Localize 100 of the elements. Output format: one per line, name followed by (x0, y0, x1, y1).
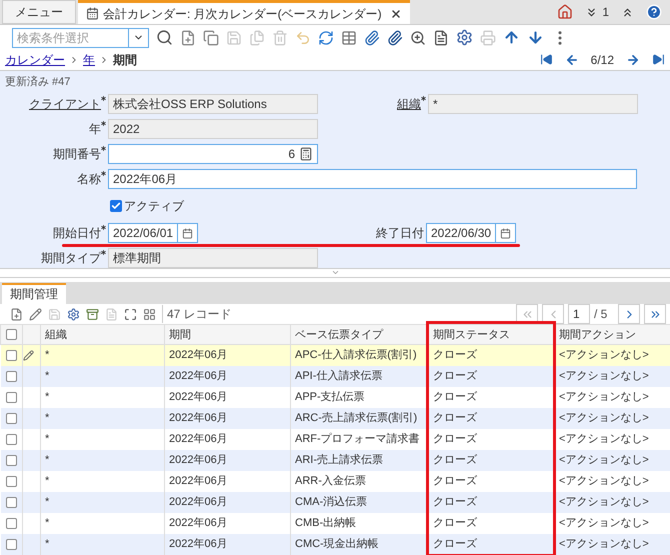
settings-icon[interactable] (67, 308, 80, 321)
table-row[interactable]: * 2022年06月 CMC-現金出納帳 クローズ <アクションなし> (0, 534, 670, 555)
table-icon[interactable] (341, 30, 357, 46)
search-combo[interactable]: 検索条件選択 (12, 28, 149, 48)
first-record-icon[interactable] (540, 53, 553, 66)
table-cell: APC-仕入請求伝票(割引) (295, 349, 417, 362)
archive-icon[interactable] (86, 308, 99, 321)
required-icon (101, 96, 106, 102)
help-icon[interactable] (646, 4, 662, 20)
table-cell: CMB-出納帳 (295, 517, 356, 530)
column-header[interactable]: 期間 (164, 324, 290, 345)
text-field[interactable]: 2022年06月 (108, 169, 637, 190)
breadcrumb-link[interactable]: 年 (83, 50, 95, 68)
table-cell: * (45, 454, 50, 466)
settings-icon[interactable] (456, 29, 473, 46)
table-cell: <アクションなし> (559, 496, 649, 508)
record-position: 6/12 (590, 52, 614, 68)
previous-page-button[interactable] (542, 304, 564, 324)
table-cell: 2022年06月 (169, 517, 228, 530)
text-field[interactable]: 株式会社OSS ERP Solutions (108, 94, 318, 114)
calendar-icon[interactable] (182, 228, 194, 239)
zoom-icon[interactable] (410, 30, 426, 46)
table-cell: * (45, 496, 50, 508)
new-document-icon[interactable] (180, 30, 196, 46)
table-row[interactable]: * 2022年06月 APP-支払伝票 クローズ <アクションなし> (0, 386, 670, 408)
table-cell: クローズ (433, 454, 477, 466)
expand-icon[interactable] (124, 308, 137, 321)
table-row[interactable]: * 2022年06月 API-仕入請求伝票 クローズ <アクションなし> (0, 366, 670, 387)
table-cell: クローズ (433, 433, 477, 446)
window-tab[interactable]: メニュー (2, 0, 76, 24)
table-row[interactable]: * 2022年06月 ARI-売上請求伝票 クローズ <アクションなし> (0, 450, 670, 471)
column-header[interactable]: 組織 (40, 324, 164, 345)
refresh-icon[interactable] (318, 30, 334, 46)
table-cell: 2022年06月 (169, 496, 228, 508)
calendar-icon (86, 7, 99, 20)
checkbox[interactable] (6, 434, 17, 445)
table-row[interactable]: * 2022年06月 ARF-プロフォーマ請求書 クローズ <アクションなし> (0, 428, 670, 450)
calendar-icon[interactable] (500, 228, 512, 239)
checkbox[interactable] (6, 496, 17, 508)
close-icon[interactable] (390, 8, 402, 20)
edit-icon[interactable] (23, 350, 34, 362)
checkbox[interactable] (6, 350, 17, 362)
table-cell: CMA-消込伝票 (295, 496, 368, 508)
date-field[interactable]: 2022/06/30 (426, 223, 516, 244)
checkbox[interactable] (6, 329, 17, 340)
record-status: 更新済み #47 (4, 74, 72, 90)
calculator-icon[interactable] (299, 147, 313, 162)
number-field[interactable]: 6 (108, 144, 318, 164)
last-page-button[interactable] (644, 304, 666, 324)
table-cell: ARF-プロフォーマ請求書 (295, 433, 420, 446)
field-label: 開始日付 (53, 224, 108, 242)
last-record-icon[interactable] (652, 53, 665, 66)
checkbox[interactable] (6, 476, 17, 487)
checkbox[interactable] (6, 454, 17, 466)
next-record-icon[interactable] (626, 52, 640, 66)
detail-tab[interactable]: 期間管理 (2, 282, 66, 304)
field-label: 終了日付 (376, 225, 425, 242)
required-icon (101, 121, 106, 126)
text-field[interactable]: 標準期間 (108, 248, 318, 268)
paperclip-icon[interactable] (387, 30, 403, 46)
copy-icon[interactable] (203, 30, 219, 46)
page-field[interactable]: 1 (568, 304, 590, 324)
field-label[interactable]: クライアント (29, 95, 108, 114)
table-row[interactable]: * 2022年06月 APC-仕入請求伝票(割引) クローズ <アクションなし> (0, 344, 670, 366)
breadcrumb-link[interactable]: カレンダー (5, 50, 65, 68)
checkbox[interactable] (6, 392, 17, 403)
table-cell: クローズ (433, 475, 477, 488)
checkbox[interactable] (6, 538, 17, 550)
checkbox[interactable] (110, 200, 122, 212)
new-record-icon[interactable] (10, 308, 23, 321)
table-cell: クローズ (433, 496, 477, 508)
date-field[interactable]: 2022/06/01 (108, 223, 198, 244)
report-icon[interactable] (433, 30, 449, 46)
field-label[interactable]: 組織 (397, 95, 428, 114)
table-row[interactable]: * 2022年06月 CMB-出納帳 クローズ <アクションなし> (0, 512, 670, 534)
table-cell: 2022年06月 (169, 370, 228, 382)
edit-icon[interactable] (29, 308, 42, 321)
checkbox[interactable] (6, 370, 17, 382)
home-icon[interactable] (557, 4, 574, 20)
search-field[interactable]: 検索条件選択 (13, 28, 128, 47)
table-cell: <アクションなし> (559, 433, 649, 446)
table-row[interactable]: * 2022年06月 ARC-売上請求伝票(割引) クローズ <アクションなし> (0, 408, 670, 429)
text-field[interactable]: * (428, 94, 638, 114)
table-row[interactable]: * 2022年06月 CMA-消込伝票 クローズ <アクションなし> (0, 492, 670, 513)
table-cell: * (45, 475, 50, 488)
table-cell: 2022年06月 (169, 391, 228, 404)
previous-record-icon[interactable] (564, 52, 579, 66)
paperclip-icon[interactable] (364, 30, 380, 46)
window-tab[interactable]: 会計カレンダー: 月次カレンダー(ベースカレンダー) (78, 0, 410, 24)
checkbox[interactable] (6, 412, 17, 424)
search-icon[interactable] (156, 29, 173, 46)
next-page-button[interactable] (618, 304, 640, 324)
field-label: 名称 (77, 170, 108, 188)
table-cell: <アクションなし> (559, 538, 649, 550)
table-cell: <アクションなし> (559, 391, 649, 404)
table-row[interactable]: * 2022年06月 ARR-入金伝票 クローズ <アクションなし> (0, 470, 670, 492)
checkbox[interactable] (6, 518, 17, 529)
text-field[interactable]: 2022 (108, 119, 318, 140)
table-cell: APP-支払伝票 (295, 391, 365, 404)
grid-icon[interactable] (143, 308, 156, 321)
